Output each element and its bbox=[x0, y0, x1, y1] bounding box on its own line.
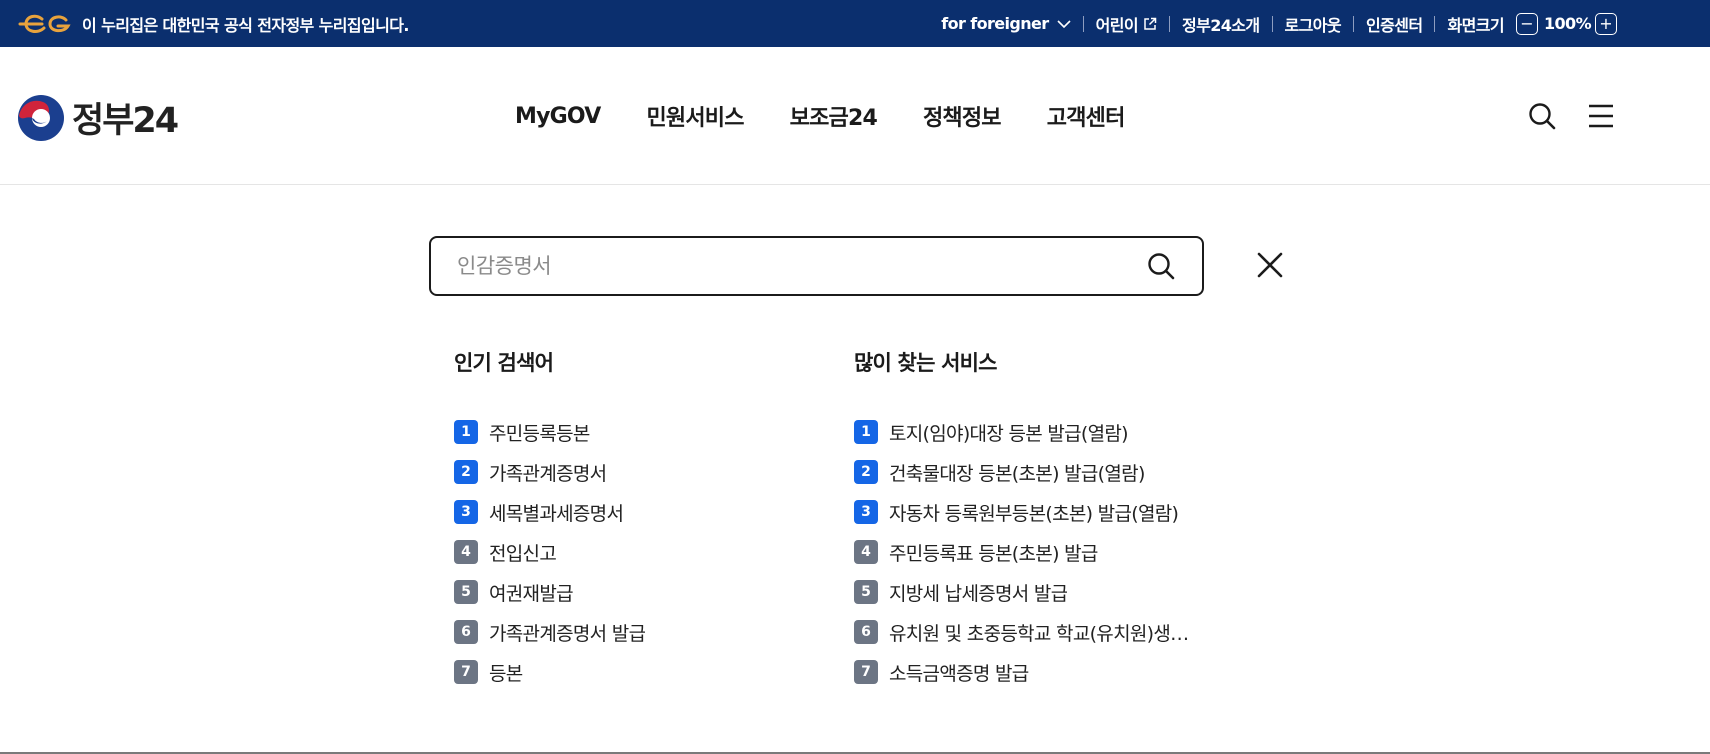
e-government-logo-icon bbox=[18, 14, 71, 33]
popular-searches: 인기 검색어 1 주민등록등본 2 가족관계증명서 3 세목별과세증명서 4 전입신고 … bbox=[454, 347, 645, 692]
popular-search-term: 주민등록등본 bbox=[489, 422, 590, 445]
popular-search-term: 전입신고 bbox=[489, 542, 557, 565]
hamburger-menu-icon[interactable] bbox=[1587, 102, 1615, 130]
divider bbox=[1353, 15, 1354, 32]
for-foreigner-link[interactable]: for foreigner bbox=[941, 14, 1071, 33]
government-banner: 이 누리집은 대한민국 공식 전자정부 누리집입니다. for foreigne… bbox=[0, 0, 1710, 47]
close-icon[interactable] bbox=[1255, 250, 1285, 280]
frequent-services-list: 1 토지(임야)대장 등본 발급(열람) 2 건축물대장 등본(초본) 발급(열람)… bbox=[854, 412, 1204, 692]
rank-badge: 7 bbox=[854, 660, 878, 684]
logo-text: 정부24 bbox=[72, 101, 179, 141]
search-icon[interactable] bbox=[1527, 101, 1557, 131]
popular-search-term: 가족관계증명서 bbox=[489, 462, 607, 485]
rank-badge: 6 bbox=[854, 620, 878, 644]
chevron-down-icon bbox=[1057, 19, 1071, 28]
search-submit-icon[interactable] bbox=[1146, 251, 1176, 281]
list-item[interactable]: 6 가족관계증명서 발급 bbox=[454, 612, 645, 652]
site-header: 정부24 MyGOV 민원서비스 보조금24 정책정보 고객센터 bbox=[0, 47, 1710, 185]
popular-search-term: 세목별과세증명서 bbox=[489, 502, 624, 525]
zoom-out-button[interactable]: − bbox=[1515, 12, 1538, 35]
divider bbox=[1271, 15, 1273, 32]
divider bbox=[1434, 15, 1436, 32]
rank-badge: 1 bbox=[854, 420, 878, 444]
nav-customer-center[interactable]: 고객센터 bbox=[1047, 100, 1126, 132]
list-item[interactable]: 4 주민등록표 등본(초본) 발급 bbox=[854, 532, 1204, 572]
frequent-services-title: 많이 찾는 서비스 bbox=[854, 351, 997, 375]
nav-policy-info[interactable]: 정책정보 bbox=[923, 100, 1002, 132]
list-item[interactable]: 1 주민등록등본 bbox=[454, 412, 645, 452]
popular-searches-title: 인기 검색어 bbox=[454, 351, 554, 375]
rank-badge: 3 bbox=[454, 500, 478, 524]
divider bbox=[1168, 15, 1170, 32]
banner-left: 이 누리집은 대한민국 공식 전자정부 누리집입니다. bbox=[16, 0, 409, 47]
list-item[interactable]: 6 유치원 및 초중등학교 학교(유치원)생활기록부 발급 bbox=[854, 612, 1204, 652]
list-item[interactable]: 5 지방세 납세증명서 발급 bbox=[854, 572, 1204, 612]
gov24-logo[interactable]: 정부24 bbox=[17, 92, 179, 143]
zoom-in-button[interactable]: + bbox=[1595, 12, 1617, 35]
taegeuk-logo-icon bbox=[18, 94, 64, 141]
search-box bbox=[429, 236, 1204, 296]
main-navigation: MyGOV 민원서비스 보조금24 정책정보 고객센터 bbox=[515, 47, 1171, 185]
list-item[interactable]: 2 건축물대장 등본(초본) 발급(열람) bbox=[854, 452, 1204, 492]
list-item[interactable]: 7 소득금액증명 발급 bbox=[854, 652, 1204, 692]
plus-icon: + bbox=[1599, 13, 1613, 33]
service-link: 건축물대장 등본(초본) 발급(열람) bbox=[889, 462, 1145, 485]
minus-icon: − bbox=[1520, 13, 1534, 33]
nav-mygov[interactable]: MyGOV bbox=[515, 104, 601, 129]
service-link: 소득금액증명 발급 bbox=[889, 662, 1029, 685]
service-link: 주민등록표 등본(초본) 발급 bbox=[889, 542, 1098, 565]
rank-badge: 6 bbox=[454, 620, 478, 644]
search-input[interactable] bbox=[457, 238, 1107, 294]
list-item[interactable]: 5 여권재발급 bbox=[454, 572, 645, 612]
popular-searches-list: 1 주민등록등본 2 가족관계증명서 3 세목별과세증명서 4 전입신고 5 여권재발급 … bbox=[454, 412, 645, 692]
rank-badge: 3 bbox=[854, 500, 878, 524]
list-item[interactable]: 4 전입신고 bbox=[454, 532, 645, 572]
list-item[interactable]: 7 등본 bbox=[454, 652, 645, 692]
rank-badge: 2 bbox=[854, 460, 878, 484]
nav-subsidy24[interactable]: 보조금24 bbox=[790, 100, 878, 132]
rank-badge: 5 bbox=[454, 580, 478, 604]
rank-badge: 4 bbox=[854, 540, 878, 564]
rank-badge: 1 bbox=[454, 420, 478, 444]
rank-badge: 2 bbox=[454, 460, 478, 484]
rank-badge: 5 bbox=[854, 580, 878, 604]
nav-civil-services[interactable]: 민원서비스 bbox=[646, 100, 744, 132]
service-link: 토지(임야)대장 등본 발급(열람) bbox=[889, 422, 1128, 445]
popular-search-term: 가족관계증명서 발급 bbox=[489, 622, 646, 645]
zoom-level: 100% bbox=[1543, 14, 1592, 33]
banner-text: 이 누리집은 대한민국 공식 전자정부 누리집입니다. bbox=[82, 15, 409, 35]
popular-search-term: 여권재발급 bbox=[489, 582, 573, 605]
kids-label: 어린이 bbox=[1095, 15, 1139, 35]
screen-size-label: 화면크기 bbox=[1447, 15, 1504, 35]
for-foreigner-label: for foreigner bbox=[941, 14, 1049, 33]
logout-link[interactable]: 로그아웃 bbox=[1285, 12, 1342, 36]
service-link: 지방세 납세증명서 발급 bbox=[889, 582, 1068, 605]
list-item[interactable]: 1 토지(임야)대장 등본 발급(열람) bbox=[854, 412, 1204, 452]
rank-badge: 7 bbox=[454, 660, 478, 684]
kids-link[interactable]: 어린이 bbox=[1096, 12, 1157, 36]
certificate-center-link[interactable]: 인증센터 bbox=[1366, 12, 1423, 36]
divider bbox=[1082, 15, 1084, 32]
service-link: 유치원 및 초중등학교 학교(유치원)생활기록부 발급 bbox=[889, 622, 1204, 645]
list-item[interactable]: 3 자동차 등록원부등본(초본) 발급(열람) bbox=[854, 492, 1204, 532]
popular-search-term: 등본 bbox=[489, 662, 523, 685]
rank-badge: 4 bbox=[454, 540, 478, 564]
external-link-icon bbox=[1144, 17, 1157, 30]
frequent-services: 많이 찾는 서비스 1 토지(임야)대장 등본 발급(열람) 2 건축물대장 등본(… bbox=[854, 347, 1204, 692]
about-gov24-link[interactable]: 정부24소개 bbox=[1182, 12, 1260, 36]
service-link: 자동차 등록원부등본(초본) 발급(열람) bbox=[889, 502, 1179, 525]
utility-links: for foreigner 어린이 정부24소개 로그아웃 인증센터 화면크기 … bbox=[941, 0, 1617, 47]
list-item[interactable]: 2 가족관계증명서 bbox=[454, 452, 645, 492]
list-item[interactable]: 3 세목별과세증명서 bbox=[454, 492, 645, 532]
